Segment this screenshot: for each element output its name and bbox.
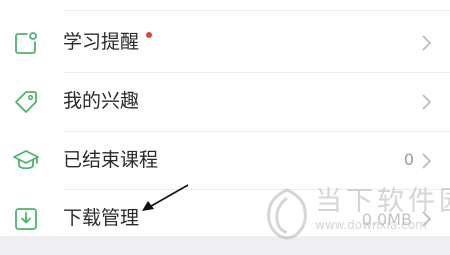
watermark-url: www.downxia.com xyxy=(315,218,427,232)
divider xyxy=(63,10,450,11)
watermark: 当下软件园 www.downxia.com xyxy=(263,186,450,242)
list-item-label: 下载管理 xyxy=(63,207,140,229)
list-item-finished-courses[interactable]: 已结束课程 0 xyxy=(0,132,450,190)
list-item-my-interests[interactable]: 我的兴趣 xyxy=(0,73,450,131)
reminder-icon xyxy=(13,30,39,56)
list-item-label: 已结束课程 xyxy=(63,149,159,171)
chevron-right-icon xyxy=(422,153,432,169)
annotation-arrow-icon xyxy=(142,184,189,211)
graduation-cap-icon xyxy=(13,148,39,174)
tag-icon xyxy=(13,89,39,115)
course-count: 0 xyxy=(403,150,414,169)
list-item-label: 我的兴趣 xyxy=(63,90,140,112)
list-item-label: 学习提醒 xyxy=(63,31,140,53)
watermark-logo-icon xyxy=(267,188,307,240)
chevron-right-icon xyxy=(422,94,432,110)
chevron-right-icon xyxy=(422,35,432,51)
download-icon xyxy=(13,206,39,232)
list-item-study-reminder[interactable]: 学习提醒 xyxy=(0,14,450,72)
notification-dot xyxy=(146,32,152,38)
watermark-text: 当下软件园 xyxy=(315,186,450,217)
